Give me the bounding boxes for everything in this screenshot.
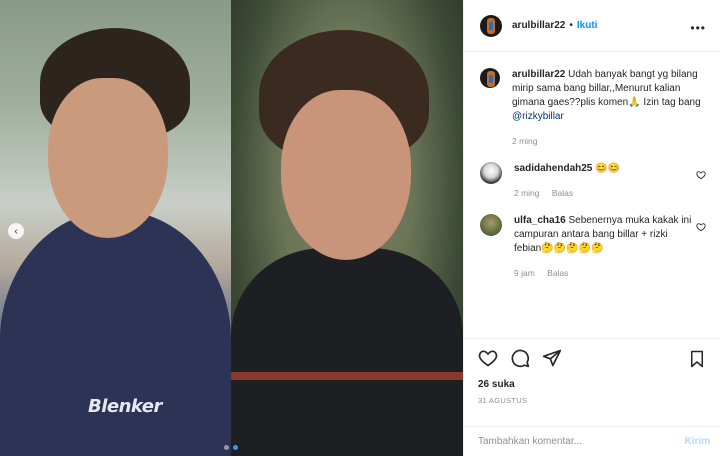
hoodie-logo: Blenker — [88, 396, 162, 417]
comment-input[interactable] — [478, 436, 668, 447]
comment-body: ulfa_cha16 Sebenernya muka kakak ini cam… — [514, 214, 694, 256]
small-heart-icon[interactable] — [696, 170, 706, 180]
face-left — [48, 78, 168, 238]
post-actions: 26 suka 31 AGUSTUS — [464, 338, 720, 426]
commenter-avatar[interactable] — [480, 214, 502, 236]
reply-button[interactable]: Balas — [547, 268, 568, 278]
photo-right — [231, 0, 463, 456]
author-avatar[interactable] — [480, 14, 502, 37]
photo-left: Blenker — [0, 0, 231, 456]
action-icons — [478, 347, 706, 369]
add-comment-bar: Kirim — [464, 426, 720, 456]
comment-time: 2 ming — [514, 188, 540, 198]
comment-username[interactable]: ulfa_cha16 — [514, 215, 566, 226]
carousel-dot — [224, 445, 229, 450]
comment-icon[interactable] — [510, 348, 530, 368]
more-options-icon[interactable]: ••• — [690, 21, 706, 35]
follow-button[interactable]: Ikuti — [577, 20, 598, 31]
comment-text: 😊😊 — [595, 163, 621, 174]
caption-meta: 2 ming — [512, 136, 706, 146]
comment-item: ulfa_cha16 Sebenernya muka kakak ini cam… — [480, 214, 706, 278]
author-username[interactable]: arulbillar22 — [512, 20, 565, 31]
caption-text-block: arulbillar22 Udah banyak bangt yg bilang… — [512, 68, 706, 124]
comment-username[interactable]: sadidahendah25 — [514, 163, 592, 174]
shirt — [231, 248, 463, 456]
hoodie — [0, 210, 231, 456]
caption-avatar[interactable] — [480, 68, 500, 88]
comment-meta: 2 ming Balas — [514, 188, 694, 198]
likes-count[interactable]: 26 suka — [478, 379, 706, 390]
face-right — [281, 90, 411, 260]
reply-button[interactable]: Balas — [552, 188, 573, 198]
comment-time: 9 jam — [514, 268, 535, 278]
post-media-carousel[interactable]: Blenker ‹ — [0, 0, 463, 456]
post-comment-button[interactable]: Kirim — [684, 436, 710, 447]
heart-icon[interactable] — [478, 348, 498, 368]
post-header: arulbillar22 • Ikuti ••• — [464, 0, 720, 52]
post-date: 31 AGUSTUS — [478, 396, 528, 405]
comment-body: sadidahendah25 😊😊 — [514, 162, 694, 176]
commenter-avatar[interactable] — [480, 162, 502, 184]
caption-username[interactable]: arulbillar22 — [512, 69, 565, 80]
comment-meta: 9 jam Balas — [514, 268, 694, 278]
bookmark-icon[interactable] — [688, 349, 706, 369]
instagram-post: Blenker ‹ arulbillar22 • Ikuti ••• arulb… — [0, 0, 720, 456]
caption-mention[interactable]: @rizkybillar — [512, 111, 564, 122]
small-heart-icon[interactable] — [696, 222, 706, 232]
carousel-dots — [224, 445, 238, 450]
comment-item: sadidahendah25 😊😊 2 ming Balas — [480, 162, 706, 198]
caption: arulbillar22 Udah banyak bangt yg bilang… — [480, 68, 706, 146]
chevron-left-icon: ‹ — [14, 225, 18, 237]
post-sidebar: arulbillar22 • Ikuti ••• arulbillar22 Ud… — [463, 0, 720, 456]
separator-dot: • — [569, 20, 573, 31]
share-icon[interactable] — [542, 348, 562, 368]
carousel-dot-active — [233, 445, 238, 450]
carousel-prev-button[interactable]: ‹ — [8, 223, 24, 239]
caption-time: 2 ming — [512, 136, 538, 146]
comments-section: arulbillar22 Udah banyak bangt yg bilang… — [464, 52, 720, 338]
shirt-stripe — [231, 372, 463, 380]
